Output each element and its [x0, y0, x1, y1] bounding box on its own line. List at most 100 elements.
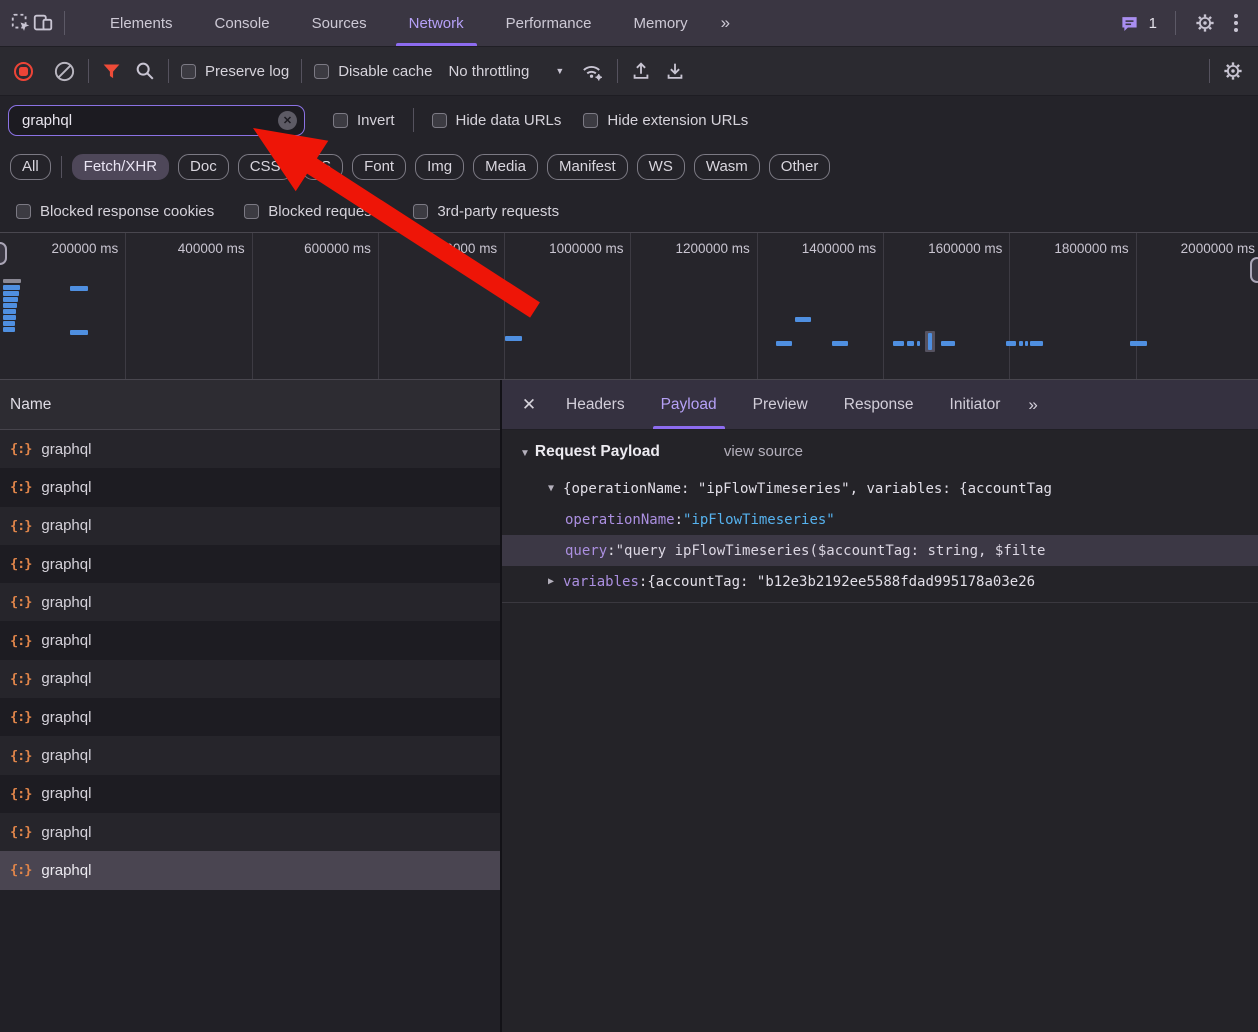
detail-tab-response[interactable]: Response: [826, 380, 932, 429]
overview-scroll-handle-left[interactable]: [0, 242, 7, 265]
request-row[interactable]: {:}graphql: [0, 736, 500, 774]
request-row[interactable]: {:}graphql: [0, 698, 500, 736]
tab-elements[interactable]: Elements: [89, 0, 194, 46]
filter-separator: [413, 108, 414, 132]
third-party-requests-checkbox[interactable]: [413, 204, 428, 219]
export-har-icon[interactable]: [664, 60, 686, 82]
tab-memory[interactable]: Memory: [613, 0, 709, 46]
record-network-log-button[interactable]: [14, 62, 33, 81]
waterfall-bar: [3, 297, 18, 302]
request-payload-section[interactable]: ▼ Request Payload view source: [502, 443, 1258, 473]
request-name: graphql: [41, 862, 91, 879]
blocked-response-cookies-label: Blocked response cookies: [40, 203, 214, 220]
filter-chip-doc[interactable]: Doc: [178, 154, 229, 180]
json-braces-icon: {:}: [10, 671, 31, 687]
node-expanded-icon[interactable]: ▼: [548, 483, 554, 494]
disable-cache-checkbox-item[interactable]: Disable cache: [314, 63, 432, 80]
disable-cache-checkbox[interactable]: [314, 64, 329, 79]
filter-chip-wasm[interactable]: Wasm: [694, 154, 760, 180]
hide-data-urls-checkbox[interactable]: [432, 113, 447, 128]
filter-chip-font[interactable]: Font: [352, 154, 406, 180]
waterfall-bar: [1019, 341, 1023, 346]
network-settings-gear-icon[interactable]: [1222, 60, 1244, 82]
preserve-log-checkbox-item[interactable]: Preserve log: [181, 63, 289, 80]
key-colon: :: [639, 574, 647, 590]
detail-tab-preview[interactable]: Preview: [735, 380, 826, 429]
overview-scroll-handle-right[interactable]: [1250, 257, 1258, 283]
payload-entry-query[interactable]: query: "query ipFlowTimeseries($accountT…: [502, 535, 1258, 566]
request-row[interactable]: {:}graphql: [0, 621, 500, 659]
filter-chip-manifest[interactable]: Manifest: [547, 154, 628, 180]
filter-chip-css[interactable]: CSS: [238, 154, 293, 180]
json-braces-icon: {:}: [10, 748, 31, 764]
device-toolbar-icon[interactable]: [32, 12, 54, 34]
waterfall-bar: [795, 317, 811, 322]
timeline-tick-label: 1200000 ms: [675, 241, 749, 256]
request-row[interactable]: {:}graphql: [0, 507, 500, 545]
filter-funnel-icon[interactable]: [101, 61, 122, 82]
search-icon[interactable]: [134, 60, 156, 82]
detail-tab-headers[interactable]: Headers: [548, 380, 643, 429]
tab-performance[interactable]: Performance: [485, 0, 613, 46]
close-details-icon[interactable]: ✕: [510, 395, 548, 415]
request-row[interactable]: {:}graphql: [0, 813, 500, 851]
filter-chip-media[interactable]: Media: [473, 154, 538, 180]
preserve-log-label: Preserve log: [205, 63, 289, 80]
more-panels-icon[interactable]: »: [709, 13, 740, 33]
request-row[interactable]: {:}graphql: [0, 468, 500, 506]
payload-root-node[interactable]: ▼ {operationName: "ipFlowTimeseries", va…: [502, 473, 1258, 504]
inspect-element-icon[interactable]: [10, 12, 32, 34]
node-collapsed-icon[interactable]: ▶: [548, 576, 554, 587]
more-detail-tabs-icon[interactable]: »: [1018, 395, 1045, 415]
filter-chip-js[interactable]: JS: [302, 154, 344, 180]
request-row[interactable]: {:}graphql: [0, 775, 500, 813]
clear-network-log-icon[interactable]: [53, 60, 76, 83]
tab-sources[interactable]: Sources: [291, 0, 388, 46]
invert-checkbox-item[interactable]: Invert: [333, 112, 395, 129]
network-overview-timeline[interactable]: 200000 ms400000 ms600000 ms800000 ms1000…: [0, 232, 1258, 380]
tab-network[interactable]: Network: [388, 0, 485, 46]
customize-menu-icon[interactable]: [1224, 14, 1248, 32]
filter-chip-ws[interactable]: WS: [637, 154, 685, 180]
clear-filter-icon[interactable]: ✕: [278, 111, 297, 130]
request-name: graphql: [41, 517, 91, 534]
request-row[interactable]: {:}graphql: [0, 430, 500, 468]
hide-data-urls-label: Hide data URLs: [456, 112, 562, 129]
view-source-link[interactable]: view source: [724, 443, 803, 460]
filter-chip-fetch-xhr[interactable]: Fetch/XHR: [72, 154, 169, 180]
invert-checkbox[interactable]: [333, 113, 348, 128]
payload-entry-variables[interactable]: ▶ variables: {accountTag: "b12e3b2192ee5…: [502, 566, 1258, 597]
detail-tab-payload[interactable]: Payload: [643, 380, 735, 429]
filter-input-box[interactable]: ✕: [8, 105, 305, 136]
network-conditions-icon[interactable]: [580, 60, 605, 83]
preserve-log-checkbox[interactable]: [181, 64, 196, 79]
blocked-response-cookies-checkbox-item[interactable]: Blocked response cookies: [16, 203, 214, 220]
payload-entry-operation-name[interactable]: operationName: "ipFlowTimeseries": [502, 504, 1258, 535]
filter-chip-img[interactable]: Img: [415, 154, 464, 180]
blocked-requests-checkbox[interactable]: [244, 204, 259, 219]
hide-extension-urls-checkbox-item[interactable]: Hide extension URLs: [583, 112, 748, 129]
filter-chip-all[interactable]: All: [10, 154, 51, 180]
request-row[interactable]: {:}graphql: [0, 545, 500, 583]
request-row[interactable]: {:}graphql: [0, 660, 500, 698]
filter-input[interactable]: [20, 111, 278, 130]
third-party-requests-checkbox-item[interactable]: 3rd-party requests: [413, 203, 559, 220]
hide-data-urls-checkbox-item[interactable]: Hide data URLs: [432, 112, 562, 129]
import-har-icon[interactable]: [630, 60, 652, 82]
hide-extension-urls-checkbox[interactable]: [583, 113, 598, 128]
issues-count[interactable]: 1: [1149, 15, 1157, 32]
issues-message-icon[interactable]: [1120, 14, 1139, 33]
detail-tab-initiator[interactable]: Initiator: [932, 380, 1019, 429]
filter-chip-other[interactable]: Other: [769, 154, 831, 180]
tab-console[interactable]: Console: [194, 0, 291, 46]
payload-key: operationName: [565, 512, 675, 528]
request-row[interactable]: {:}graphql: [0, 583, 500, 621]
payload-section-title: Request Payload: [535, 443, 660, 461]
request-row[interactable]: {:}graphql: [0, 851, 500, 889]
throttling-select[interactable]: No throttling ▼: [444, 63, 568, 80]
blocked-requests-checkbox-item[interactable]: Blocked requests: [244, 203, 383, 220]
blocked-response-cookies-checkbox[interactable]: [16, 204, 31, 219]
settings-gear-icon[interactable]: [1194, 12, 1216, 34]
section-expanded-icon[interactable]: ▼: [520, 448, 530, 459]
name-column-header[interactable]: Name: [0, 380, 500, 430]
